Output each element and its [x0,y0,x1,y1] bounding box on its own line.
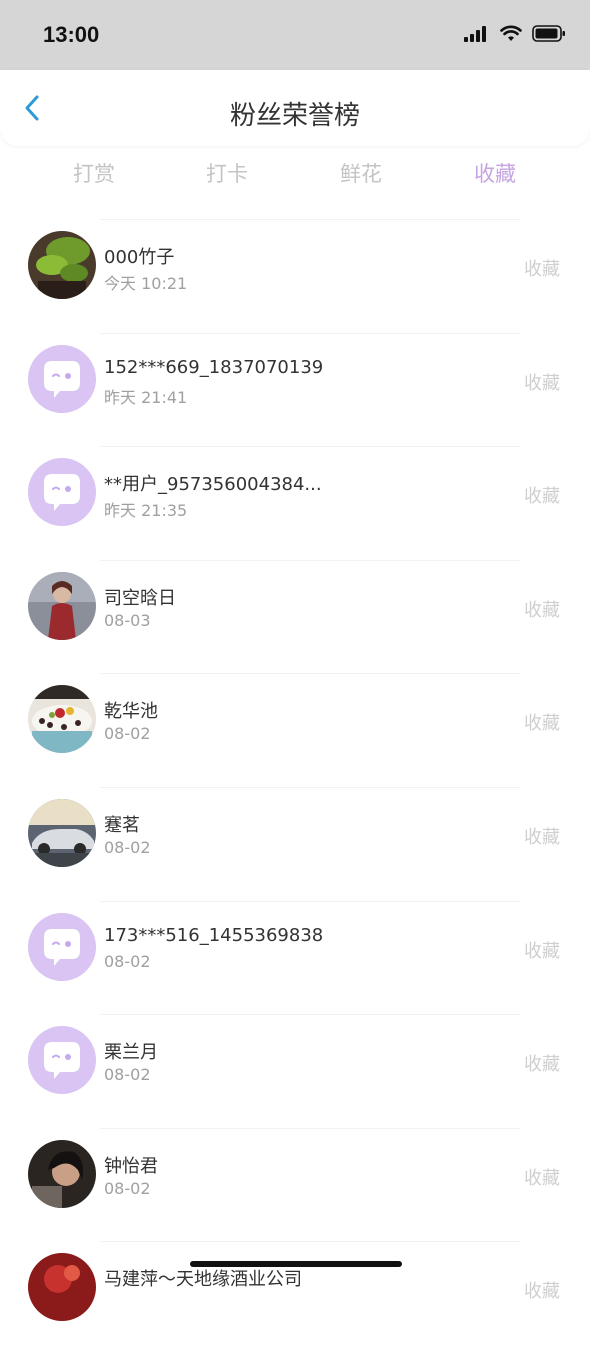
divider [100,1014,520,1016]
user-name: 钟怡君 [104,1155,158,1177]
avatar[interactable] [28,798,96,867]
avatar[interactable] [28,1253,96,1322]
user-time: 08-02 [104,951,151,971]
favorite-label: 收藏 [524,1167,560,1189]
favorite-label: 收藏 [524,940,560,962]
battery-icon [532,25,565,42]
home-indicator[interactable] [190,1261,402,1267]
user-time: 08-02 [104,837,151,857]
user-time: 08-03 [104,610,151,630]
tab-checkin[interactable]: 打卡 [177,158,277,188]
user-time: 08-02 [104,1178,151,1198]
avatar[interactable] [28,344,96,413]
signal-icon [464,25,486,42]
favorite-label: 收藏 [524,372,560,394]
user-name: 司空晗日 [104,587,176,609]
divider [100,446,520,448]
favorite-label: 收藏 [524,259,560,280]
avatar[interactable] [28,458,96,527]
status-time: 13:00 [43,22,100,47]
user-name: 乾华池 [104,701,158,723]
favorite-label: 收藏 [524,1054,560,1076]
user-time: 08-02 [104,724,151,744]
list-item[interactable]: 马建萍～天地缘酒业公司 收藏 [0,1241,590,1355]
tab-favorites[interactable]: 收藏 [445,158,545,188]
user-time: 今天 10:21 [104,274,188,293]
user-time: 昨天 21:35 [104,501,188,521]
favorite-label: 收藏 [524,826,560,848]
user-name: 蹇茗 [104,814,140,836]
divider [100,332,520,334]
divider [100,786,520,788]
list-item[interactable]: 蹇茗 08-02 收藏 [0,786,590,901]
list-item[interactable]: 司空晗日 08-03 收藏 [0,559,590,674]
divider [100,900,520,902]
avatar[interactable] [28,685,96,754]
divider [100,559,520,561]
list-item[interactable]: 乾华池 08-02 收藏 [0,673,590,787]
divider [100,673,520,675]
tab-bar: 打赏 打卡 鲜花 收藏 [0,158,590,192]
divider [100,219,520,220]
list-item[interactable]: 栗兰月 08-02 收藏 [0,1014,590,1128]
divider [100,1241,520,1243]
favorite-label: 收藏 [524,599,560,621]
tab-flowers[interactable]: 鲜花 [311,158,411,188]
status-bar: 13:00 [0,0,590,70]
user-time: 昨天 21:41 [104,387,188,407]
user-name: **用户_957356004384... [104,474,322,496]
tab-reward[interactable]: 打赏 [44,158,144,188]
avatar[interactable] [28,1026,96,1095]
avatar[interactable] [28,1139,96,1208]
list-item[interactable]: 152***669_1837070139 昨天 21:41 收藏 [0,332,590,447]
page-title: 粉丝荣誉榜 [229,101,360,131]
avatar[interactable] [28,231,96,299]
user-name: 152***669_1837070139 [104,356,324,378]
list-item[interactable]: 钟怡君 08-02 收藏 [0,1127,590,1242]
user-name: 173***516_1455369838 [104,924,324,946]
user-time: 08-02 [104,1065,151,1085]
nav-bar: 粉丝荣誉榜 [0,70,590,146]
fan-list: 000竹子 今天 10:21 收藏 152***669_1837070139 昨… [0,219,590,1355]
wifi-icon [500,25,522,41]
divider [100,1127,520,1129]
user-name: 000竹子 [104,247,175,268]
avatar[interactable] [28,571,96,640]
list-item[interactable]: **用户_957356004384... 昨天 21:35 收藏 [0,446,590,560]
favorite-label: 收藏 [524,486,560,508]
favorite-label: 收藏 [524,1281,560,1303]
status-icons [464,25,566,42]
user-name: 栗兰月 [104,1042,158,1064]
favorite-label: 收藏 [524,713,560,735]
list-item[interactable]: 173***516_1455369838 08-02 收藏 [0,900,590,1015]
avatar[interactable] [28,912,96,981]
list-item[interactable]: 000竹子 今天 10:21 收藏 [0,219,590,333]
user-name: 马建萍～天地缘酒业公司 [104,1269,302,1291]
